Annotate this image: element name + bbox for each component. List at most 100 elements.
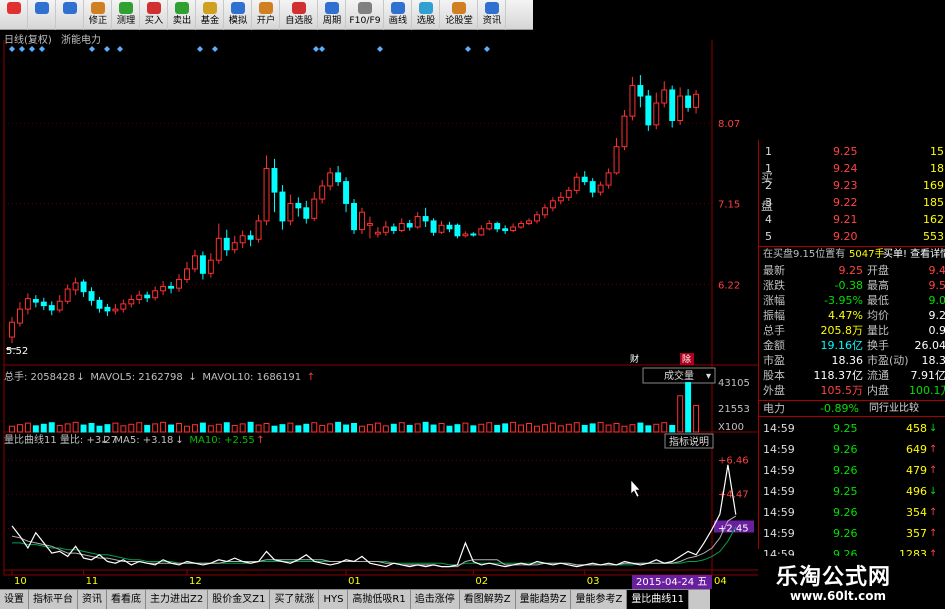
tab-10[interactable]: 看图解势Z: [460, 590, 516, 609]
tab-0[interactable]: 设置: [0, 590, 29, 609]
event-label-finance: 财: [630, 353, 639, 365]
volume-bar: [494, 424, 501, 433]
candle-body: [24, 298, 31, 310]
tab-1[interactable]: 指标平台: [29, 590, 78, 609]
candle: [629, 76, 636, 121]
volume-bar: [32, 425, 39, 433]
volume-bar: [597, 421, 604, 433]
chart-area[interactable]: 8.077.156.225.52财 除总手: 2058428 ↓ MAVOL5: 21…: [0, 0, 758, 590]
candle-body: [470, 233, 477, 236]
candle: [478, 225, 485, 236]
candle: [693, 89, 700, 114]
tick-volume: 458: [906, 422, 927, 435]
candle-body: [9, 321, 15, 338]
watermark: 乐淘公式网 www.60lt.com: [760, 556, 945, 609]
candle-body: [104, 306, 111, 312]
tab-12[interactable]: 量能参考Z: [571, 590, 628, 609]
sector-change: -0.89%: [820, 402, 859, 415]
volume-bar: [549, 422, 556, 433]
quote-l1: 外盘: [763, 384, 785, 397]
candle: [32, 295, 39, 308]
volume-bar: [231, 424, 238, 433]
tab-9[interactable]: 追击涨停: [411, 590, 460, 609]
candle-body: [184, 268, 190, 280]
candle: [565, 186, 572, 201]
signal-diamond-icon: [484, 46, 490, 52]
volume-tick-label: 21553: [718, 404, 750, 415]
candle-body: [128, 299, 135, 305]
candle: [160, 281, 167, 296]
arrow-down-icon: ↓: [929, 423, 938, 434]
candle-body: [637, 85, 644, 97]
candle-body: [231, 242, 238, 251]
candle-body: [382, 226, 389, 233]
tab-7[interactable]: HYS: [319, 590, 349, 609]
candle: [430, 218, 437, 236]
order-note-link[interactable]: 买单! 查看详情: [883, 247, 945, 262]
order-note[interactable]: 在买盘9.15位置有 5047手 买单! 查看详情: [759, 246, 945, 261]
candle: [454, 223, 461, 239]
tab-6[interactable]: 买了就涨: [270, 590, 320, 609]
candle-body: [693, 93, 700, 108]
volume-bar: [470, 425, 477, 433]
quote-row: 金额 19.16亿 换手 26.04: [759, 338, 945, 353]
candle: [184, 261, 190, 283]
candle-body: [597, 184, 604, 193]
quote-v1: -3.95%: [824, 294, 863, 307]
quote-l2: 开盘: [867, 264, 889, 277]
candle-body: [422, 216, 429, 222]
candle-body: [534, 214, 540, 222]
signal-diamond-icon: [19, 46, 25, 52]
candle: [621, 110, 628, 151]
arrow-up-icon: ↑: [256, 435, 264, 446]
volume-bar: [685, 382, 692, 433]
candle: [327, 167, 334, 191]
tab-11[interactable]: 量能趋势Z: [516, 590, 572, 609]
indicator-tick-label: +6.46: [718, 456, 749, 467]
candle: [359, 207, 365, 235]
volume-bar: [653, 423, 660, 433]
candle-body: [589, 181, 596, 193]
candle-body: [398, 223, 405, 232]
tab-2[interactable]: 资讯: [78, 590, 107, 609]
volume-bar: [88, 423, 95, 433]
arrow-down-icon: ↓: [929, 486, 938, 497]
volume-bar: [104, 424, 111, 433]
candle: [191, 249, 198, 273]
order-book-row[interactable]: 5 9.20 553: [759, 227, 945, 246]
tab-13[interactable]: 量比曲线11: [627, 590, 690, 609]
quote-v1: 18.36: [831, 354, 864, 367]
quote-l2: 内盘: [867, 384, 889, 397]
tab-4[interactable]: 主力进出Z2: [146, 590, 209, 609]
arrow-up-icon: ↑: [929, 507, 938, 518]
quote-row: 涨幅 -3.95% 最低 9.0: [759, 293, 945, 308]
candle-body: [136, 294, 143, 301]
sector-compare-link[interactable]: 同行业比较: [869, 401, 919, 416]
candle-body: [48, 305, 55, 311]
tab-3[interactable]: 看看底: [107, 590, 146, 609]
signal-diamond-icon: [212, 46, 218, 52]
candle: [88, 287, 95, 306]
candle-body: [40, 301, 47, 307]
candle: [382, 220, 389, 236]
x-tick-label: 11: [86, 576, 99, 587]
order-price: 9.20: [833, 230, 858, 243]
candle-body: [462, 233, 469, 237]
candle-body: [366, 223, 373, 226]
volume-bar: [144, 424, 151, 433]
candle: [48, 301, 55, 316]
volume-bar: [510, 421, 517, 433]
quote-v1: 9.25: [838, 264, 864, 277]
candle-body: [168, 285, 175, 289]
volume-bar: [311, 422, 318, 433]
tick-price: 9.26: [833, 506, 858, 519]
volume-bar: [168, 424, 175, 433]
tab-5[interactable]: 股价金叉Z1: [208, 590, 271, 609]
candle: [549, 197, 556, 212]
tick-time: 14:59: [763, 443, 795, 456]
arrow-down-icon: ↓: [76, 372, 84, 383]
candle: [589, 178, 596, 198]
tab-8[interactable]: 高抛低吸R1: [348, 590, 411, 609]
x-tick-label: 02: [475, 576, 488, 587]
candle: [319, 179, 326, 204]
